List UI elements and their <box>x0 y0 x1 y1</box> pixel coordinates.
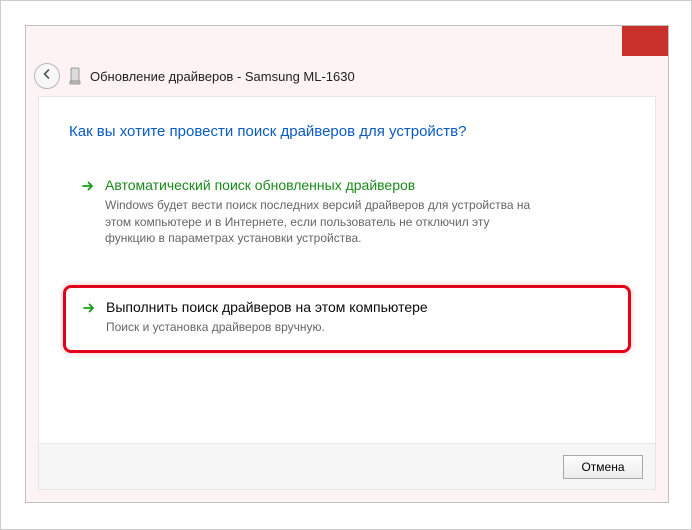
option-auto-search[interactable]: Автоматический поиск обновленных драйвер… <box>69 166 625 259</box>
content-pane: Как вы хотите провести поиск драйверов д… <box>38 96 656 490</box>
dialog-footer: Отмена <box>39 443 655 489</box>
window-title: Обновление драйверов - Samsung ML-1630 <box>90 69 355 84</box>
arrow-left-icon <box>41 67 53 85</box>
option-browse-computer[interactable]: Выполнить поиск драйверов на этом компью… <box>63 285 631 353</box>
titlebar <box>26 26 668 56</box>
close-button[interactable] <box>622 26 668 56</box>
option-description: Windows будет вести поиск последних верс… <box>105 197 535 247</box>
option-title: Автоматический поиск обновленных драйвер… <box>105 176 613 195</box>
option-description: Поиск и установка драйверов вручную. <box>106 319 536 336</box>
arrow-right-icon <box>81 179 95 198</box>
back-button[interactable] <box>34 63 60 89</box>
header-row: Обновление драйверов - Samsung ML-1630 <box>26 56 668 96</box>
page-heading: Как вы хотите провести поиск драйверов д… <box>69 123 625 140</box>
screenshot-frame: Обновление драйверов - Samsung ML-1630 К… <box>0 0 692 530</box>
option-title: Выполнить поиск драйверов на этом компью… <box>106 298 612 317</box>
dialog-window: Обновление драйверов - Samsung ML-1630 К… <box>25 25 669 503</box>
option-texts: Автоматический поиск обновленных драйвер… <box>105 176 613 247</box>
device-icon <box>68 67 82 85</box>
button-label: Отмена <box>581 460 624 474</box>
option-texts: Выполнить поиск драйверов на этом компью… <box>106 298 612 336</box>
arrow-right-icon <box>82 301 96 320</box>
cancel-button[interactable]: Отмена <box>563 455 643 479</box>
